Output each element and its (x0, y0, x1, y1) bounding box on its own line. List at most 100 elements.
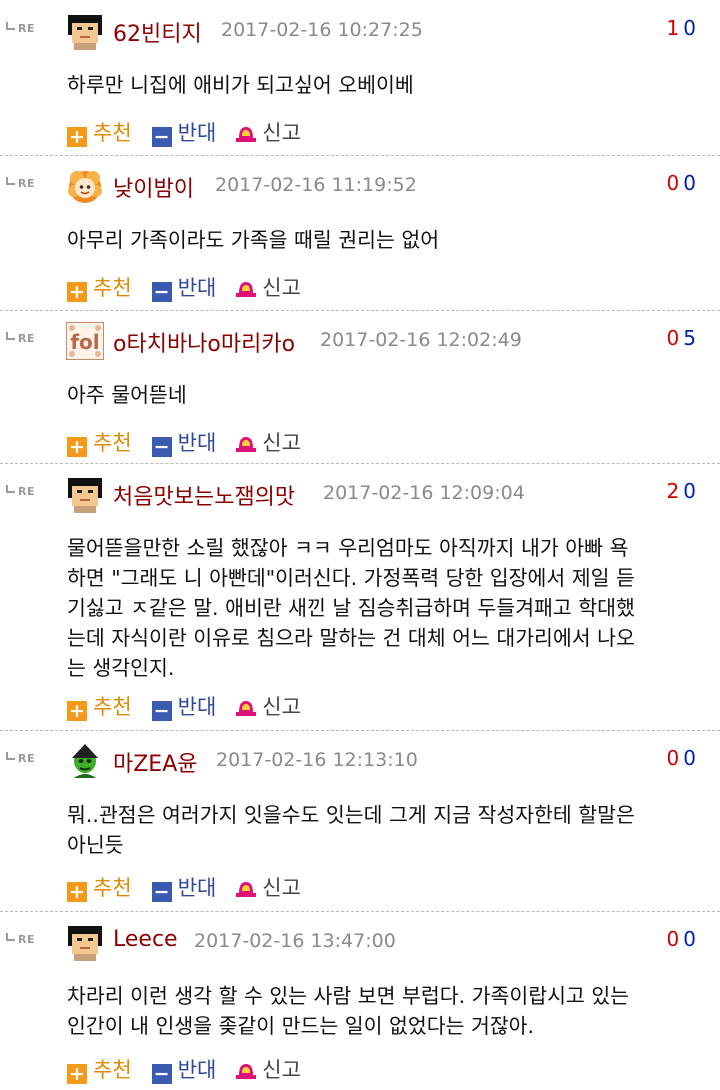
comment-actions: + 추천 − 반대 신고 (67, 117, 321, 147)
comment-line: 아닌듯 (67, 833, 124, 857)
comment-line: 물어뜯을만한 소릴 했잖아 ㅋㅋ 우리엄마도 아직까지 내가 아빠 욕 (67, 536, 629, 560)
re-label: RE (18, 22, 35, 35)
recommend-button[interactable]: + 추천 (67, 272, 132, 302)
pixel-face-avatar[interactable] (66, 12, 104, 50)
comment-body: 뭐..관점은 여러가지 잇을수도 잇는데 그게 지금 작성자한테 할말은아닌듯 (67, 800, 707, 860)
comment-line: 는데 자식이란 이유로 침으라 말하는 건 대체 어느 대가리에서 나오 (67, 626, 635, 650)
re-label: RE (18, 485, 35, 498)
comment-line: 차라리 이런 생각 할 수 있는 사람 보면 부럽다. 가족이랍시고 있는 (67, 984, 630, 1008)
comment-line: 하면 "그래도 니 아빤데"이러신다. 가정폭력 당한 입장에서 제일 듣 (67, 566, 635, 590)
report-button[interactable]: 신고 (236, 691, 301, 721)
plus-icon: + (67, 437, 87, 457)
comment-nickname[interactable]: 62빈티지 (113, 16, 202, 48)
vote-counts: 00 (667, 746, 700, 770)
recommend-button[interactable]: + 추천 (67, 1054, 132, 1084)
recommend-label: 추천 (93, 695, 132, 719)
comment-line: 뭐..관점은 여러가지 잇을수도 잇는데 그게 지금 작성자한테 할말은 (67, 803, 635, 827)
oppose-label: 반대 (177, 121, 217, 145)
report-label: 신고 (262, 276, 301, 300)
comment-item: RE 처음맛보는노잼의맛 2017-02-16 12:09:04 20 물어뜯을만한 … (0, 463, 720, 721)
oppose-label: 반대 (177, 695, 217, 719)
oppose-label: 반대 (177, 1058, 217, 1082)
oppose-button[interactable]: − 반대 (151, 272, 217, 302)
report-button[interactable]: 신고 (236, 427, 301, 457)
recommend-button[interactable]: + 추천 (67, 117, 132, 147)
plus-icon: + (67, 1064, 87, 1084)
comment-nickname[interactable]: o타치바나o마리카o (113, 326, 295, 358)
plus-icon: + (67, 882, 87, 902)
report-label: 신고 (262, 695, 301, 719)
oppose-button[interactable]: − 반대 (151, 427, 216, 457)
recommend-label: 추천 (93, 431, 132, 455)
recommend-label: 추천 (93, 121, 132, 145)
downvote-count: 0 (683, 171, 700, 195)
reply-indicator-icon: RE (6, 933, 35, 946)
fol-pattern-avatar[interactable]: fol (66, 322, 104, 360)
comment-actions: + 추천 − 반대 신고 (67, 1054, 321, 1084)
recommend-label: 추천 (93, 1058, 132, 1082)
downvote-count: 0 (683, 746, 700, 770)
upvote-count: 0 (666, 927, 684, 951)
report-button[interactable]: 신고 (236, 117, 301, 147)
oppose-label: 반대 (177, 276, 217, 300)
siren-icon (236, 278, 257, 297)
comment-nickname[interactable]: 마ZEA윤 (113, 746, 198, 778)
siren-icon (236, 878, 257, 897)
minus-icon: − (151, 1064, 172, 1084)
comment-item: RE 마ZEA윤 2017-02-16 12:13:10 00 뭐..관점은 여러가지… (0, 730, 720, 902)
comment-nickname[interactable]: 처음맛보는노잼의맛 (113, 479, 295, 511)
green-goblin-avatar[interactable] (66, 742, 104, 780)
comment-actions: + 추천 − 반대 신고 (67, 272, 321, 302)
oppose-button[interactable]: − 반대 (151, 1054, 217, 1084)
oppose-button[interactable]: − 반대 (151, 872, 216, 902)
siren-icon (236, 697, 257, 716)
comment-line: 아주 물어뜯네 (67, 383, 187, 407)
comment-actions: + 추천 − 반대 신고 (67, 691, 321, 721)
upvote-count: 0 (666, 326, 684, 350)
reply-indicator-icon: RE (6, 485, 35, 498)
re-label: RE (18, 933, 35, 946)
vote-counts: 00 (667, 171, 700, 195)
recommend-button[interactable]: + 추천 (67, 691, 132, 721)
vote-counts: 00 (667, 927, 700, 951)
orange-flower-avatar[interactable] (66, 167, 104, 205)
comment-nickname[interactable]: Leece (113, 927, 178, 952)
report-label: 신고 (262, 121, 301, 145)
recommend-label: 추천 (93, 876, 132, 900)
report-label: 신고 (262, 876, 301, 900)
comment-timestamp: 2017-02-16 12:09:04 (323, 482, 525, 504)
comment-line: 아무리 가족이라도 가족을 때릴 권리는 없어 (67, 228, 440, 252)
comment-line: 하루만 니집에 애비가 되고싶어 오베이베 (67, 73, 414, 97)
oppose-button[interactable]: − 반대 (151, 117, 217, 147)
comment-body: 하루만 니집에 애비가 되고싶어 오베이베 (67, 70, 707, 100)
pixel-face-avatar[interactable] (66, 475, 104, 513)
reply-indicator-icon: RE (6, 752, 35, 765)
pixel-face-avatar[interactable] (66, 923, 104, 961)
recommend-button[interactable]: + 추천 (67, 872, 132, 902)
re-label: RE (18, 752, 35, 765)
report-button[interactable]: 신고 (236, 1054, 301, 1084)
report-label: 신고 (262, 431, 301, 455)
comment-nickname[interactable]: 낮이밤이 (113, 171, 194, 203)
recommend-label: 추천 (93, 276, 132, 300)
oppose-button[interactable]: − 반대 (151, 691, 217, 721)
report-button[interactable]: 신고 (236, 272, 301, 302)
reply-indicator-icon: RE (6, 332, 35, 345)
comment-timestamp: 2017-02-16 10:27:25 (221, 19, 423, 41)
reply-indicator-icon: RE (6, 22, 35, 35)
minus-icon: − (151, 701, 172, 721)
downvote-count: 5 (683, 326, 700, 350)
comment-line: 인간이 내 인생을 좆같이 만드는 일이 없었다는 거잖아. (67, 1014, 535, 1038)
reply-indicator-icon: RE (6, 177, 35, 190)
minus-icon: − (151, 882, 172, 902)
plus-icon: + (67, 701, 87, 721)
comment-body: 아주 물어뜯네 (67, 380, 707, 410)
svg-text:fol: fol (70, 330, 99, 354)
comment-body: 아무리 가족이라도 가족을 때릴 권리는 없어 (67, 225, 707, 255)
comment-item: RE fol o타치바나o마리카o 2017-02-16 12:02:49 05 아주… (0, 310, 720, 460)
downvote-count: 0 (683, 16, 700, 40)
recommend-button[interactable]: + 추천 (67, 427, 132, 457)
comment-timestamp: 2017-02-16 13:47:00 (194, 930, 396, 952)
report-button[interactable]: 신고 (236, 872, 301, 902)
upvote-count: 0 (666, 746, 684, 770)
